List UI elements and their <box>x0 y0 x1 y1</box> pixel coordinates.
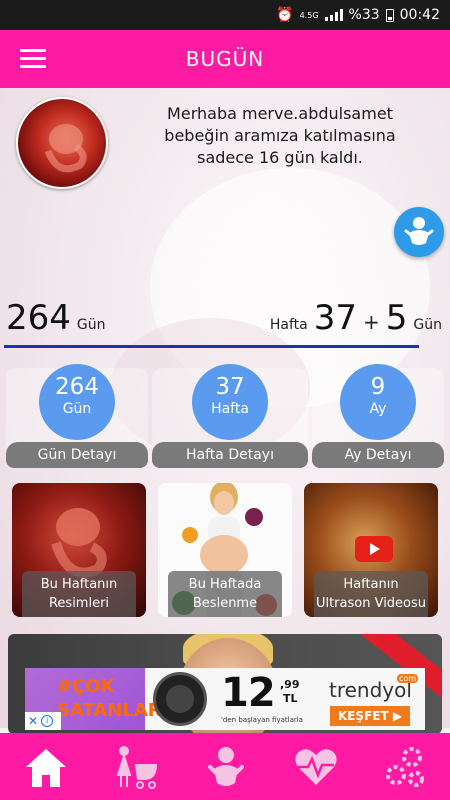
tile-caption-line-1: Bu Haftada <box>188 577 262 592</box>
days-value: 264 <box>6 298 71 338</box>
baby-icon[interactable] <box>202 743 250 791</box>
day-circle-unit: Gün <box>62 401 92 417</box>
week-circle-value: 37 <box>215 374 245 400</box>
month-circle-unit: Ay <box>369 401 387 417</box>
tile-caption-line-2: Ultrason Videosu <box>315 596 427 611</box>
month-circle: 9 Ay <box>340 364 416 440</box>
bottom-nav <box>0 733 450 800</box>
baby-fab-button[interactable] <box>394 207 444 257</box>
app-bar: BUGÜN <box>0 30 450 88</box>
play-icon[interactable] <box>355 536 393 562</box>
tile-caption-line-2: Resimleri <box>48 596 110 611</box>
home-icon[interactable] <box>22 743 70 791</box>
week-value: 37 <box>313 298 357 338</box>
signal-icon <box>324 9 343 21</box>
week-counter: Hafta 37 + 5 Gün <box>270 298 442 338</box>
info-icon[interactable]: i <box>41 715 54 727</box>
battery-percent: %33 <box>348 7 380 23</box>
ad-brand-suffix: com <box>397 674 419 683</box>
tile-caption-line-2: Beslenme <box>192 596 258 611</box>
ad-cta-button[interactable]: KEŞFET ▶ <box>330 706 410 726</box>
greeting-text: Merhaba merve.abdulsamet bebeğin aramıza… <box>130 103 430 169</box>
tile-caption-line-1: Bu Haftanın <box>40 577 118 592</box>
week-detail-label: Hafta Detayı <box>152 442 308 468</box>
ad-text-line-2: SATANLAR <box>57 700 162 721</box>
battery-icon <box>385 8 394 22</box>
page-title: BUGÜN <box>185 47 265 71</box>
weekly-pictures-tile[interactable]: Bu Haftanın Resimleri <box>12 483 146 617</box>
ad-choices[interactable]: ✕ i <box>25 712 61 730</box>
month-circle-value: 9 <box>370 374 386 400</box>
plus-sign: + <box>362 310 380 334</box>
ad-price-cents: ,99 <box>280 678 300 691</box>
extra-days-unit: Gün <box>413 317 442 333</box>
month-detail-card[interactable]: 9 Ay Ay Detayı <box>312 364 444 468</box>
days-counter: 264 Gün <box>6 298 106 338</box>
progress-fill <box>4 345 420 348</box>
clock: 00:42 <box>399 7 440 23</box>
ad-price: 12 <box>221 670 276 716</box>
hamburger-menu-icon[interactable] <box>20 49 46 69</box>
advertisement-banner[interactable]: #ÇOK SATANLAR 12 ,99 TL 'den başlayan fi… <box>25 668 425 730</box>
day-circle: 264 Gün <box>39 364 115 440</box>
week-circle: 37 Hafta <box>192 364 268 440</box>
week-prefix: Hafta <box>269 317 308 333</box>
tile-caption-line-1: Haftanın <box>343 577 399 592</box>
heartbeat-icon[interactable] <box>292 743 340 791</box>
greeting-line-1: Merhaba merve.abdulsamet <box>167 104 393 123</box>
greeting-line-2: bebeğin aramıza katılmasına <box>164 126 396 145</box>
ad-price-note: 'den başlayan fiyatlarla <box>221 716 303 724</box>
network-type: 4.5G <box>299 10 319 20</box>
weekly-nutrition-tile[interactable]: Bu Haftada Beslenme <box>158 483 292 617</box>
month-detail-label: Ay Detayı <box>312 442 444 468</box>
day-detail-label: Gün Detayı <box>6 442 148 468</box>
alarm-icon: ⏰ <box>276 7 294 23</box>
extra-days-value: 5 <box>385 298 408 338</box>
ad-price-currency: TL <box>283 692 298 705</box>
mother-stroller-icon[interactable] <box>112 743 160 791</box>
greeting-line-3: sadece 16 gün kaldı. <box>197 148 363 167</box>
pregnancy-progress-bar <box>4 345 446 348</box>
weekly-ultrasound-caption: Haftanın Ultrason Videosu <box>314 571 428 617</box>
baby-icon <box>404 217 434 245</box>
status-bar: ⏰ 4.5G %33 00:42 <box>0 0 450 30</box>
close-icon[interactable]: ✕ <box>28 714 38 728</box>
ad-text-line-1: #ÇOK <box>57 676 115 697</box>
weekly-ultrasound-video-tile[interactable]: Haftanın Ultrason Videosu <box>304 483 438 617</box>
fetus-avatar <box>16 97 108 189</box>
weekly-nutrition-caption: Bu Haftada Beslenme <box>168 571 282 617</box>
watch-image <box>153 672 207 726</box>
weekly-pictures-caption: Bu Haftanın Resimleri <box>22 571 136 617</box>
week-detail-card[interactable]: 37 Hafta Hafta Detayı <box>152 364 308 468</box>
days-unit: Gün <box>76 317 106 333</box>
day-circle-value: 264 <box>55 374 99 400</box>
week-circle-unit: Hafta <box>211 401 249 417</box>
day-detail-card[interactable]: 264 Gün Gün Detayı <box>6 364 148 468</box>
settings-gears-icon[interactable] <box>382 743 430 791</box>
